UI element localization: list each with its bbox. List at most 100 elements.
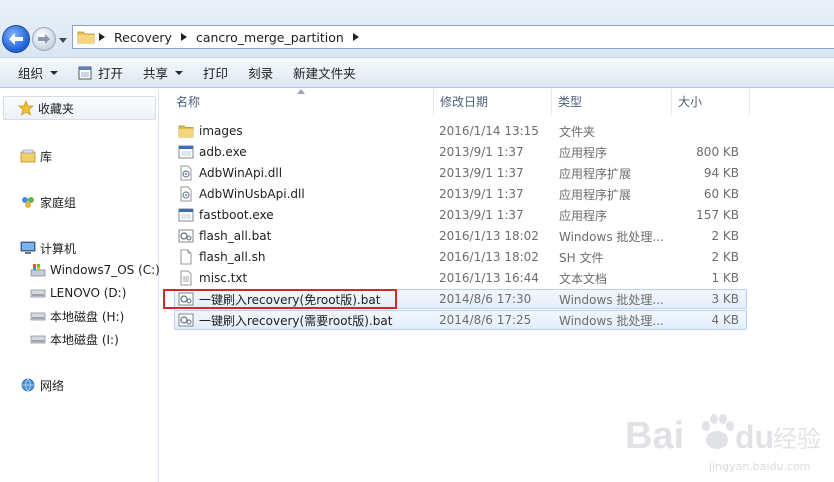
- open-button[interactable]: 打开: [78, 62, 123, 84]
- nav-homegroup[interactable]: 家庭组: [20, 192, 76, 212]
- exe-icon: [178, 144, 199, 160]
- file-size: 157 KB: [696, 208, 739, 222]
- file-modified: 2013/9/1 1:37: [439, 166, 524, 180]
- file-type: SH 文件: [559, 250, 604, 265]
- nav-favorites[interactable]: 收藏夹: [3, 96, 156, 120]
- file-modified: 2016/1/14 13:15: [439, 124, 539, 138]
- forward-button[interactable]: [32, 27, 56, 51]
- file-type: 应用程序: [559, 145, 608, 160]
- file-row[interactable]: AdbWinUsbApi.dll 2013/9/1 1:37 应用程序扩展 60 KB: [174, 184, 747, 204]
- nav-computer[interactable]: 计算机: [20, 238, 76, 258]
- back-button[interactable]: [2, 25, 30, 53]
- new-folder-button[interactable]: 新建文件夹: [293, 62, 356, 84]
- chevron-right-icon[interactable]: [177, 33, 191, 41]
- chevron-right-icon[interactable]: [349, 33, 363, 41]
- share-button[interactable]: 共享: [143, 62, 184, 84]
- column-name[interactable]: 名称: [170, 89, 434, 115]
- new-folder-label: 新建文件夹: [293, 66, 356, 81]
- nav-drive-i[interactable]: 本地磁盘 (I:): [30, 329, 119, 349]
- caret-down-icon: [50, 70, 59, 75]
- file-modified: 2013/9/1 1:37: [439, 208, 524, 222]
- file-name: fastboot.exe: [199, 208, 274, 222]
- network-icon: [21, 378, 35, 392]
- navigation-pane: 收藏夹 库 家庭组 计算机 Windows7_OS (C:) LENOVO (D…: [0, 89, 160, 482]
- nav-drive-d[interactable]: LENOVO (D:): [30, 283, 126, 303]
- file-type: Windows 批处理...: [559, 229, 664, 244]
- print-label: 打印: [203, 66, 229, 81]
- file-name-cell: images: [175, 123, 439, 139]
- watermark-cn: 经验: [773, 425, 821, 453]
- file-row[interactable]: 一键刷入recovery(需要root版).bat 2014/8/6 17:25 W…: [174, 310, 747, 330]
- file-row[interactable]: adb.exe 2013/9/1 1:37 应用程序 800 KB: [174, 142, 747, 162]
- watermark-brand: Bai: [625, 415, 684, 457]
- file-size: 2 KB: [711, 229, 739, 243]
- breadcrumb-item[interactable]: Recovery: [109, 30, 177, 45]
- file-name-cell: AdbWinApi.dll: [175, 165, 439, 181]
- nav-drive-h[interactable]: 本地磁盘 (H:): [30, 306, 124, 326]
- share-label: 共享: [143, 66, 169, 81]
- watermark-url: jingyan.baidu.com: [708, 460, 811, 473]
- hard-drive-icon: [30, 335, 46, 344]
- file-size: 1 KB: [711, 271, 739, 285]
- file-name: flash_all.sh: [199, 250, 266, 264]
- file-name-cell: fastboot.exe: [175, 207, 439, 223]
- chevron-right-icon[interactable]: [95, 33, 109, 41]
- file-type: Windows 批处理...: [559, 292, 664, 307]
- open-label: 打开: [98, 66, 124, 81]
- arrow-right-icon: [38, 34, 50, 44]
- dll-icon: [178, 186, 199, 202]
- address-bar: Recovery cancro_merge_partition: [0, 0, 834, 58]
- column-size[interactable]: 大小: [672, 89, 750, 115]
- file-row[interactable]: fastboot.exe 2013/9/1 1:37 应用程序 157 KB: [174, 205, 747, 225]
- file-name: flash_all.bat: [199, 229, 272, 243]
- file-row[interactable]: flash_all.bat 2016/1/13 18:02 Windows 批处理.…: [174, 226, 747, 246]
- file-icon: [178, 249, 199, 265]
- file-size: 800 KB: [696, 145, 739, 159]
- file-name-cell: AdbWinUsbApi.dll: [175, 186, 439, 202]
- file-type: 文本文档: [559, 271, 608, 286]
- file-name: AdbWinUsbApi.dll: [199, 187, 305, 201]
- file-modified: 2016/1/13 18:02: [439, 229, 539, 243]
- column-type[interactable]: 类型: [552, 89, 672, 115]
- nav-drive-c[interactable]: Windows7_OS (C:): [30, 260, 160, 280]
- file-name-cell: 一键刷入recovery(免root版).bat: [175, 291, 439, 308]
- nav-libraries[interactable]: 库: [20, 146, 52, 166]
- nav-libraries-label: 库: [40, 149, 53, 164]
- burn-button[interactable]: 刻录: [248, 62, 273, 84]
- file-modified: 2013/9/1 1:37: [439, 187, 524, 201]
- file-modified: 2013/9/1 1:37: [439, 145, 524, 159]
- file-name: 一键刷入recovery(需要root版).bat: [199, 313, 393, 328]
- file-row[interactable]: flash_all.sh 2016/1/13 18:02 SH 文件 2 KB: [174, 247, 747, 267]
- nav-network[interactable]: 网络: [20, 375, 64, 395]
- breadcrumb-item[interactable]: cancro_merge_partition: [191, 30, 349, 45]
- hard-drive-icon: [30, 289, 46, 298]
- folder-icon: [178, 123, 199, 139]
- column-modified[interactable]: 修改日期: [434, 89, 552, 115]
- computer-icon: [20, 241, 36, 254]
- file-row[interactable]: images 2016/1/14 13:15 文件夹: [174, 121, 747, 141]
- open-window-icon: [78, 66, 92, 79]
- bat-icon: [178, 312, 199, 328]
- arrow-left-icon: [9, 33, 23, 45]
- breadcrumb[interactable]: Recovery cancro_merge_partition: [72, 25, 834, 49]
- exe-icon: [178, 207, 199, 223]
- file-name: 一键刷入recovery(免root版).bat: [199, 292, 381, 307]
- nav-homegroup-label: 家庭组: [40, 195, 77, 210]
- organize-button[interactable]: 组织: [18, 62, 59, 84]
- nav-drive-label: LENOVO (D:): [50, 286, 127, 300]
- file-size: 94 KB: [703, 166, 739, 180]
- file-type: 应用程序扩展: [559, 187, 632, 202]
- nav-drive-label: Windows7_OS (C:): [50, 263, 160, 277]
- file-modified: 2016/1/13 16:44: [439, 271, 539, 285]
- file-type: 应用程序扩展: [559, 166, 632, 181]
- nav-network-label: 网络: [40, 378, 65, 393]
- file-row[interactable]: 一键刷入recovery(免root版).bat 2014/8/6 17:30 Wi…: [174, 289, 747, 309]
- file-row[interactable]: AdbWinApi.dll 2013/9/1 1:37 应用程序扩展 94 KB: [174, 163, 747, 183]
- recent-pages-chevron-icon[interactable]: [58, 35, 68, 45]
- file-name: adb.exe: [199, 145, 247, 159]
- burn-label: 刻录: [248, 66, 274, 81]
- print-button[interactable]: 打印: [203, 62, 228, 84]
- file-modified: 2014/8/6 17:25: [439, 313, 532, 327]
- file-row[interactable]: misc.txt 2016/1/13 16:44 文本文档 1 KB: [174, 268, 747, 288]
- nav-favorites-label: 收藏夹: [38, 101, 75, 116]
